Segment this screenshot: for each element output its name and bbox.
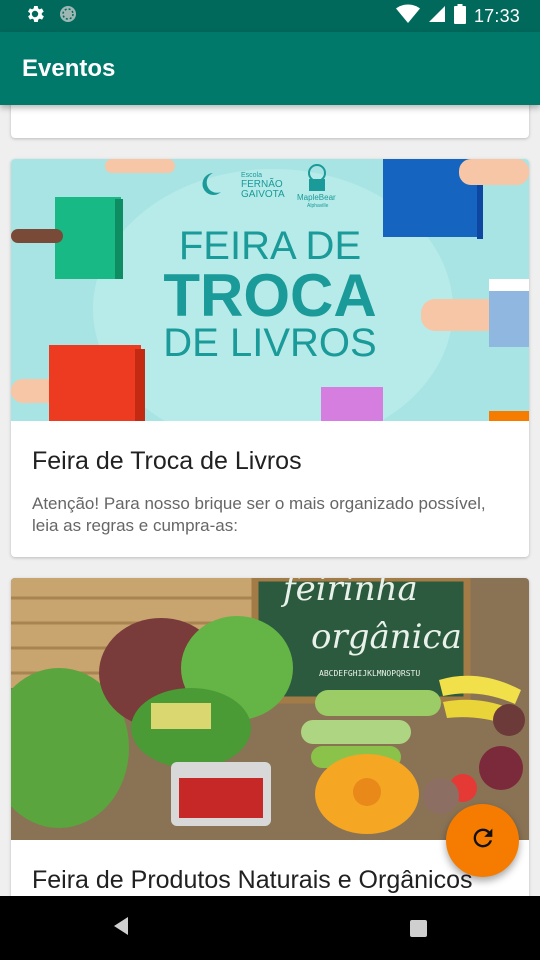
event-description: Atenção! Para nosso brique ser o mais or…: [32, 494, 486, 535]
settings-gear-icon: [24, 3, 46, 30]
school-name-line2: GAIVOTA: [241, 189, 285, 200]
cell-signal-icon: [428, 5, 446, 28]
page-title: Eventos: [22, 55, 116, 82]
refresh-button[interactable]: [446, 804, 519, 877]
event-title: Feira de Troca de Livros: [32, 447, 302, 475]
sign-line1: feirinha: [280, 578, 418, 609]
event-card-partial[interactable]: [11, 105, 529, 138]
back-triangle-icon[interactable]: [112, 916, 130, 941]
sign-alphabet: ABCDEFGHIJKLMNOPQRSTU: [319, 669, 420, 678]
sync-circle-icon: [58, 4, 78, 29]
refresh-icon: [469, 824, 497, 857]
partner-name: MapleBear: [297, 193, 336, 202]
home-circle-icon[interactable]: [260, 916, 282, 943]
event-card[interactable]: Escola FERNÃO GAIVOTA MapleBear Alphavil…: [11, 159, 529, 557]
recents-square-icon[interactable]: [410, 920, 427, 937]
status-time: 17:33: [473, 5, 520, 26]
event-image-book-swap: Escola FERNÃO GAIVOTA MapleBear Alphavil…: [11, 159, 529, 421]
status-bar: 17:33: [0, 0, 540, 32]
event-title: Feira de Produtos Naturais e Orgânicos: [32, 866, 473, 894]
wifi-icon: [395, 4, 420, 29]
event-list[interactable]: Escola FERNÃO GAIVOTA MapleBear Alphavil…: [0, 105, 540, 896]
system-nav-bar: [0, 896, 540, 960]
partner-sub: Alphaville: [307, 203, 329, 209]
school-label: Escola: [241, 172, 262, 179]
app-bar: Eventos: [0, 32, 540, 105]
sign-line2: orgânica: [311, 617, 462, 657]
headline-line3: DE LIVROS: [163, 321, 376, 365]
battery-icon: [453, 3, 466, 29]
headline-line2: TROCA: [163, 262, 376, 329]
event-image-organic-market: feirinha orgânica ABCDEFGHIJKLMNOPQRSTU: [11, 578, 529, 840]
